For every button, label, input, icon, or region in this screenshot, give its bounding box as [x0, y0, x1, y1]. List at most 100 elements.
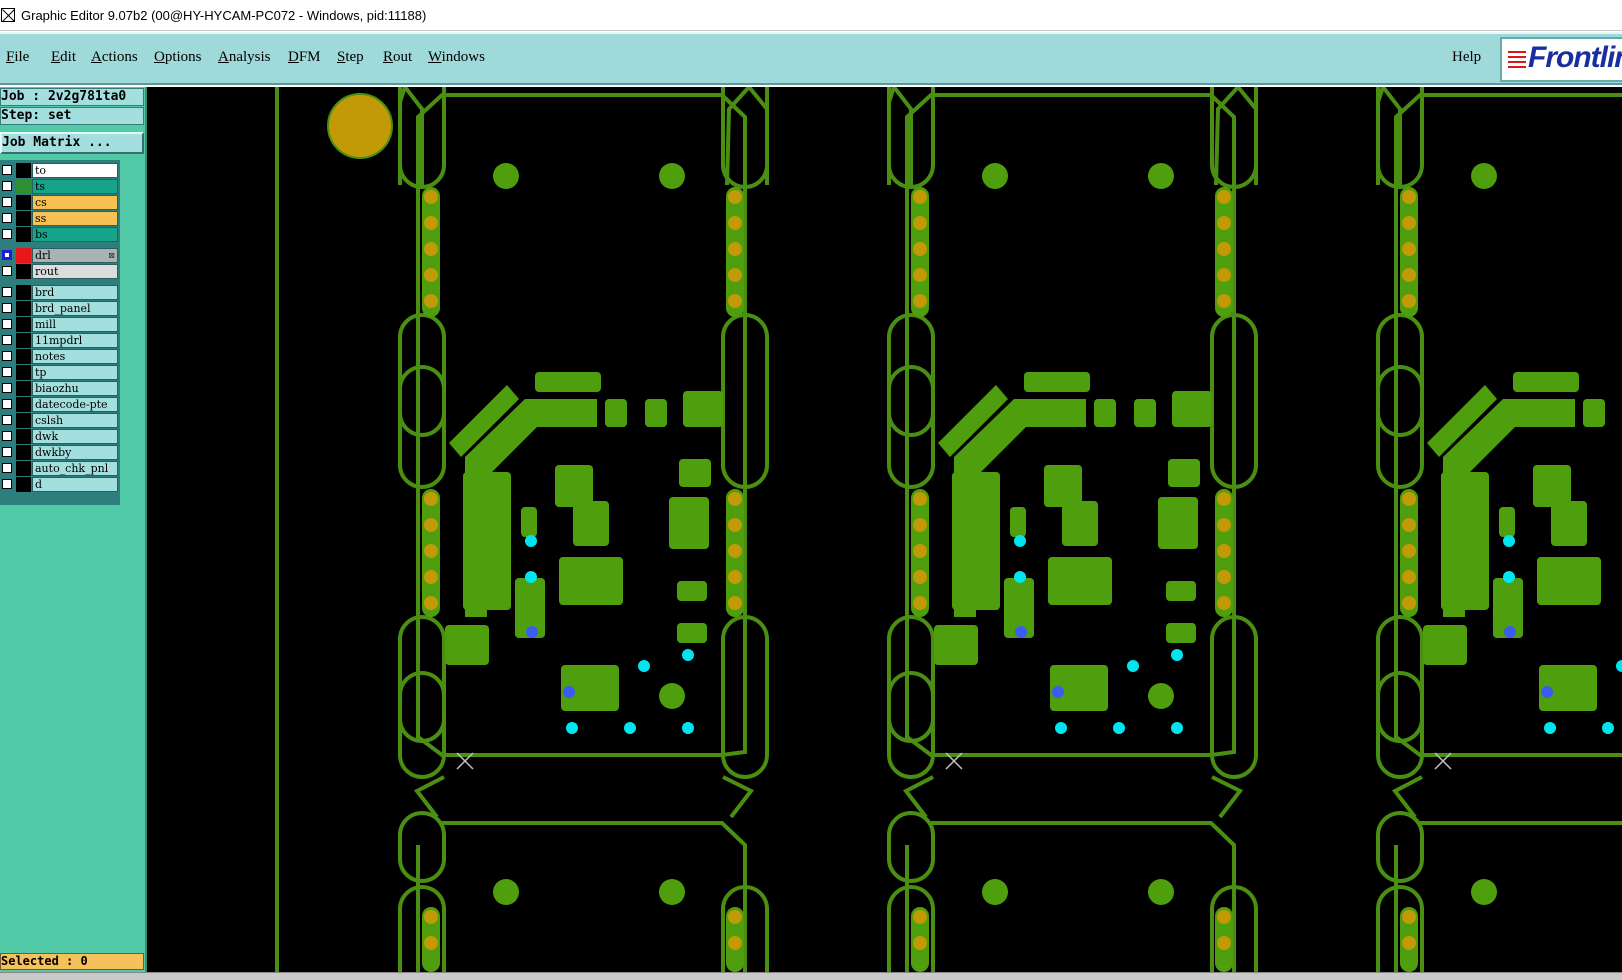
layer-color-swatch[interactable]: [16, 163, 31, 178]
layer-name[interactable]: dwk: [32, 429, 118, 444]
layer-name[interactable]: ss: [32, 211, 118, 226]
layer-color-swatch[interactable]: [16, 445, 31, 460]
layer-color-swatch[interactable]: [16, 429, 31, 444]
layer-color-swatch[interactable]: [16, 365, 31, 380]
layer-row-brd_panel[interactable]: brd_panel: [0, 301, 118, 316]
layer-checkbox[interactable]: [2, 351, 12, 361]
layer-name[interactable]: brd_panel: [32, 301, 118, 316]
layer-checkbox[interactable]: [2, 447, 12, 457]
menu-windows[interactable]: Windows: [428, 49, 485, 66]
gold-pad: [1217, 518, 1231, 532]
layer-checkbox[interactable]: [2, 303, 12, 313]
layer-checkbox[interactable]: [2, 319, 12, 329]
layer-name[interactable]: 11mpdrl: [32, 333, 118, 348]
layer-color-swatch[interactable]: [16, 349, 31, 364]
layer-checkbox[interactable]: [2, 181, 12, 191]
menu-actions[interactable]: Actions: [91, 49, 138, 66]
menu-rout[interactable]: Rout: [383, 49, 412, 66]
layer-checkbox[interactable]: [2, 415, 12, 425]
layer-name[interactable]: dwkby: [32, 445, 118, 460]
layer-checkbox[interactable]: [2, 463, 12, 473]
layer-name[interactable]: rout: [32, 264, 118, 279]
layer-color-swatch[interactable]: [16, 317, 31, 332]
gold-pad: [1402, 936, 1416, 950]
layer-name[interactable]: cs: [32, 195, 118, 210]
layer-color-swatch[interactable]: [16, 285, 31, 300]
layer-name[interactable]: d: [32, 477, 118, 492]
layer-color-swatch[interactable]: [16, 461, 31, 476]
layer-name[interactable]: brd: [32, 285, 118, 300]
layer-checkbox[interactable]: [2, 399, 12, 409]
menu-step[interactable]: Step: [337, 49, 364, 66]
gold-pad: [1402, 910, 1416, 924]
layer-row-tp[interactable]: tp: [0, 365, 118, 380]
layer-row-auto_chk_pnl[interactable]: auto_chk_pnl: [0, 461, 118, 476]
layer-row-cslsh[interactable]: cslsh: [0, 413, 118, 428]
gold-pad: [913, 294, 927, 308]
layer-color-swatch[interactable]: [16, 248, 31, 263]
layer-checkbox[interactable]: [2, 165, 12, 175]
layer-name[interactable]: to: [32, 163, 118, 178]
layer-checkbox[interactable]: [2, 431, 12, 441]
job-matrix-button[interactable]: Job Matrix ...: [0, 132, 144, 154]
layer-row-datecode-pte[interactable]: datecode-pte: [0, 397, 118, 412]
menu-analysis[interactable]: Analysis: [218, 49, 271, 66]
menu-dfm[interactable]: DFM: [288, 49, 321, 66]
layer-checkbox[interactable]: [2, 213, 12, 223]
layer-row-dwkby[interactable]: dwkby: [0, 445, 118, 460]
help-menu[interactable]: Help: [1452, 49, 1481, 66]
layer-name[interactable]: ts: [32, 179, 118, 194]
gold-pad: [913, 570, 927, 584]
menu-options[interactable]: Options: [154, 49, 202, 66]
menu-file[interactable]: File: [6, 49, 29, 66]
layer-color-swatch[interactable]: [16, 211, 31, 226]
layer-name[interactable]: datecode-pte: [32, 397, 118, 412]
layer-color-swatch[interactable]: [16, 333, 31, 348]
layer-checkbox[interactable]: [2, 367, 12, 377]
layer-checkbox[interactable]: [2, 229, 12, 239]
layer-row-cs[interactable]: cs: [0, 195, 118, 210]
layer-row-11mpdrl[interactable]: 11mpdrl: [0, 333, 118, 348]
layer-row-biaozhu[interactable]: biaozhu: [0, 381, 118, 396]
layer-checkbox[interactable]: [2, 479, 12, 489]
graphic-canvas[interactable]: [147, 87, 1622, 972]
layer-color-swatch[interactable]: [16, 227, 31, 242]
layer-row-mill[interactable]: mill: [0, 317, 118, 332]
layer-color-swatch[interactable]: [16, 179, 31, 194]
layer-row-notes[interactable]: notes: [0, 349, 118, 364]
pcb-drawing[interactable]: [147, 87, 1622, 972]
layer-name[interactable]: bs: [32, 227, 118, 242]
layer-color-swatch[interactable]: [16, 264, 31, 279]
layer-checkbox[interactable]: [2, 287, 12, 297]
layer-row-to[interactable]: to: [0, 163, 118, 178]
layer-row-bs[interactable]: bs: [0, 227, 118, 242]
layer-row-ss[interactable]: ss: [0, 211, 118, 226]
layer-name[interactable]: tp: [32, 365, 118, 380]
layer-row-dwk[interactable]: dwk: [0, 429, 118, 444]
layer-row-d[interactable]: d: [0, 477, 118, 492]
layer-name[interactable]: biaozhu: [32, 381, 118, 396]
layer-name[interactable]: drl ⊠: [32, 248, 118, 263]
layer-color-swatch[interactable]: [16, 477, 31, 492]
layer-checkbox[interactable]: [2, 383, 12, 393]
layer-row-rout[interactable]: rout: [0, 264, 118, 279]
layer-checkbox[interactable]: [2, 266, 12, 276]
layer-color-swatch[interactable]: [16, 413, 31, 428]
layer-row-drl[interactable]: drl ⊠: [0, 248, 118, 263]
menu-edit[interactable]: Edit: [51, 49, 76, 66]
layer-color-swatch[interactable]: [16, 397, 31, 412]
layer-name[interactable]: mill: [32, 317, 118, 332]
layer-name[interactable]: cslsh: [32, 413, 118, 428]
layer-checkbox[interactable]: [2, 335, 12, 345]
layer-row-ts[interactable]: ts: [0, 179, 118, 194]
gold-pad: [1402, 596, 1416, 610]
layer-checkbox[interactable]: [2, 197, 12, 207]
gold-pad: [424, 216, 438, 230]
layer-color-swatch[interactable]: [16, 195, 31, 210]
layer-name[interactable]: notes: [32, 349, 118, 364]
layer-name[interactable]: auto_chk_pnl: [32, 461, 118, 476]
layer-checkbox[interactable]: [2, 250, 12, 260]
layer-color-swatch[interactable]: [16, 301, 31, 316]
layer-color-swatch[interactable]: [16, 381, 31, 396]
layer-row-brd[interactable]: brd: [0, 285, 118, 300]
